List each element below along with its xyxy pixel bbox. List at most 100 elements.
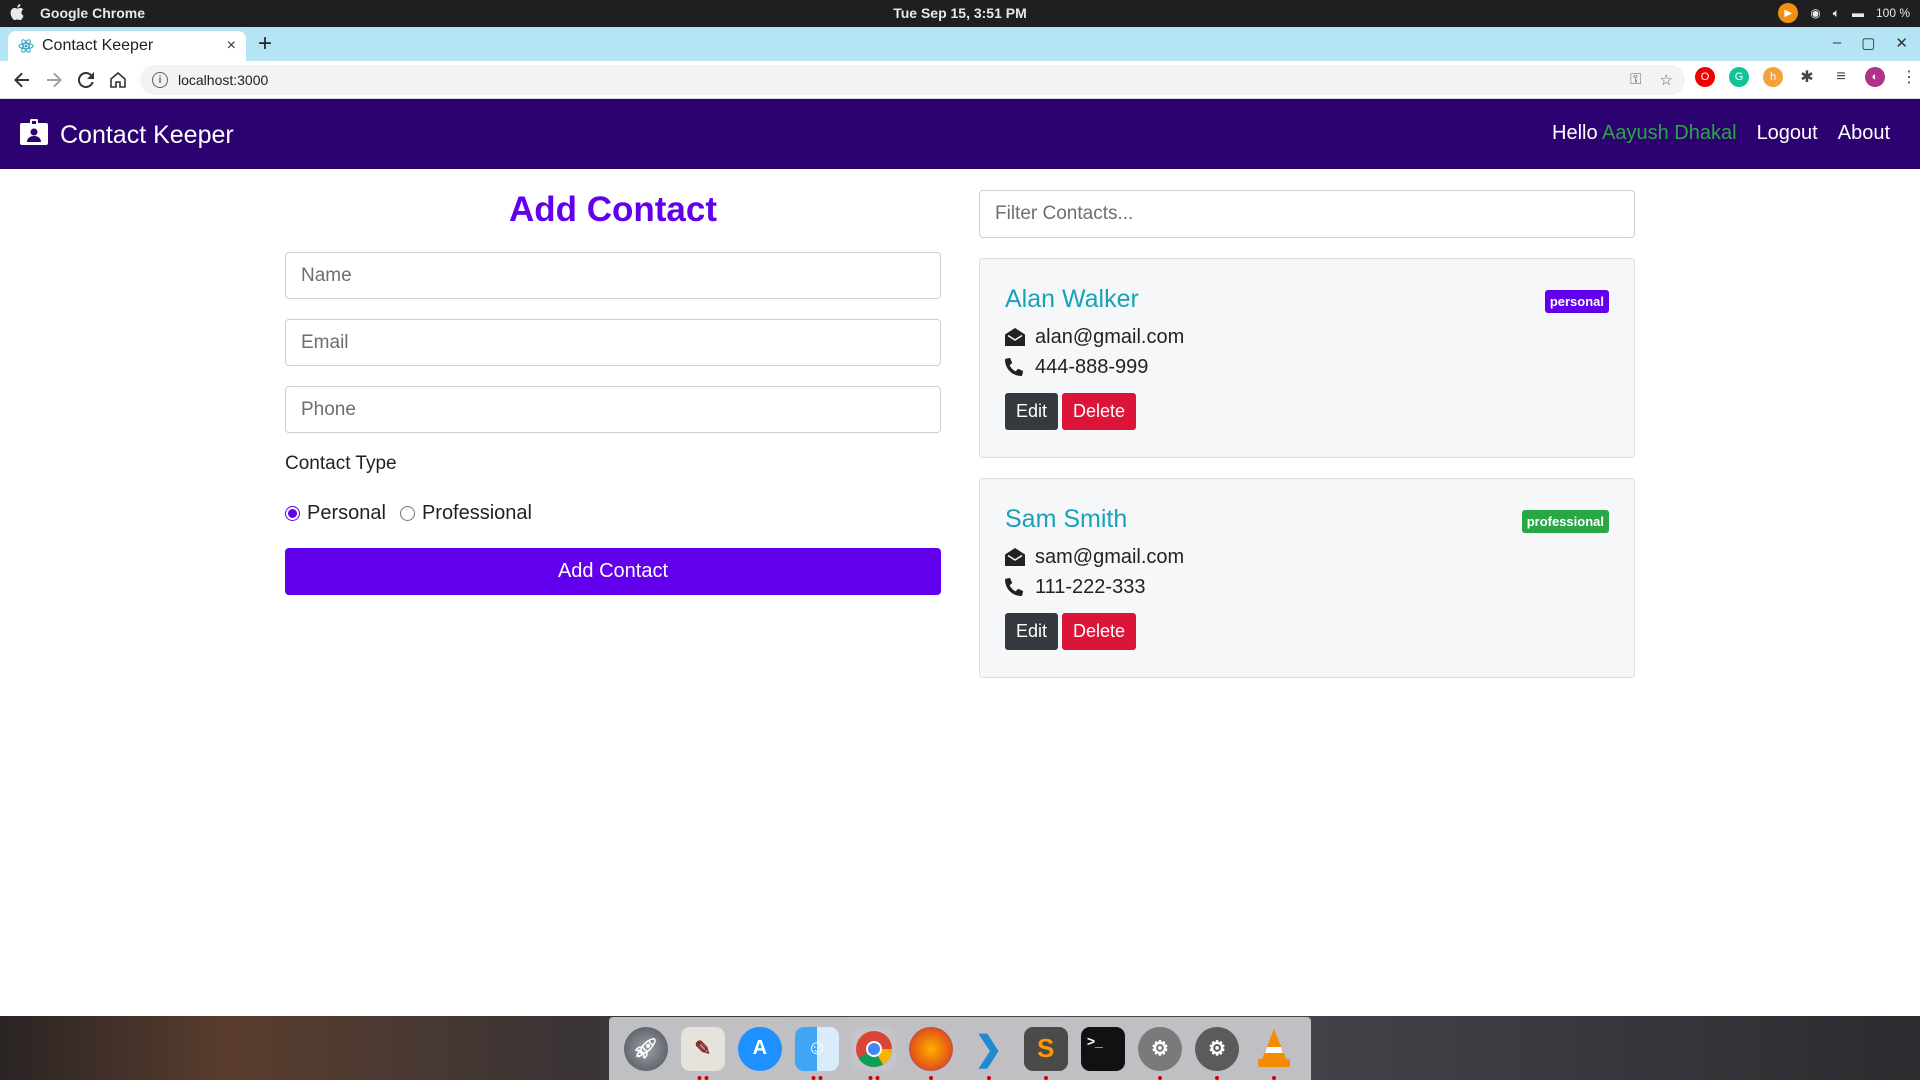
greeting: Hello Aayush Dhakal xyxy=(1552,122,1737,145)
home-icon[interactable] xyxy=(102,64,134,96)
close-window-icon[interactable]: ✕ xyxy=(1895,34,1908,52)
contact-email: alan@gmail.com xyxy=(1035,325,1185,348)
contact-phone-row: 444-888-999 xyxy=(1005,355,1609,378)
key-icon[interactable]: ⚿ xyxy=(1630,71,1641,89)
reload-icon[interactable] xyxy=(70,64,102,96)
minimize-icon[interactable]: ‒ xyxy=(1833,34,1841,52)
media-play-icon[interactable]: ▶ xyxy=(1778,3,1799,23)
radio-personal-option[interactable]: Personal xyxy=(285,502,386,525)
window-controls: ‒ ▢ ✕ xyxy=(1833,34,1908,52)
launchpad-icon[interactable]: 🚀︎ xyxy=(623,1026,668,1071)
phone-input[interactable] xyxy=(285,386,941,433)
phone-icon xyxy=(1005,578,1027,596)
honey-extension-icon[interactable]: h xyxy=(1763,67,1783,87)
filter-contacts-input[interactable] xyxy=(979,190,1635,238)
radio-personal-label: Personal xyxy=(307,501,386,524)
reading-list-icon[interactable]: ≡ xyxy=(1831,67,1851,87)
form-title: Add Contact xyxy=(508,190,718,229)
radio-professional-option[interactable]: Professional xyxy=(399,501,532,525)
brand[interactable]: Contact Keeper xyxy=(20,119,234,152)
contact-email: sam@gmail.com xyxy=(1035,545,1185,568)
delete-contact-button[interactable]: Delete xyxy=(1062,613,1137,650)
apple-icon[interactable] xyxy=(10,4,24,23)
app-store-icon[interactable]: A xyxy=(737,1026,782,1071)
grammarly-extension-icon[interactable]: G xyxy=(1729,67,1749,87)
contact-actions: Edit Delete xyxy=(1005,393,1609,430)
radio-professional-label: Professional xyxy=(421,501,532,524)
add-contact-form: Add Contact Contact Type Personal Profes… xyxy=(285,190,941,595)
battery-percent: 100 % xyxy=(1875,6,1910,20)
os-menu-bar: Google Chrome Tue Sep 15, 3:51 PM ▶ ◉ 🔈︎… xyxy=(0,0,1920,27)
opera-extension-icon[interactable]: O xyxy=(1695,67,1715,87)
contact-phone-row: 111-222-333 xyxy=(1005,575,1609,598)
extensions-bar: O G h ✱ ≡ ◐ ⋮ xyxy=(1695,67,1919,87)
battery-icon[interactable]: ▬ xyxy=(1852,6,1864,20)
bookmark-star-icon[interactable]: ☆ xyxy=(1660,71,1673,89)
app-navbar: Contact Keeper Hello Aayush Dhakal Logou… xyxy=(0,99,1920,169)
browser-tab-active[interactable]: Contact Keeper × xyxy=(8,31,246,61)
envelope-open-icon xyxy=(1005,328,1027,346)
edit-contact-button[interactable]: Edit xyxy=(1005,613,1059,650)
maximize-icon[interactable]: ▢ xyxy=(1861,34,1875,52)
tab-title: Contact Keeper xyxy=(42,37,154,54)
phone-icon xyxy=(1005,358,1027,376)
eye-icon[interactable]: ◉ xyxy=(1810,6,1820,20)
delete-contact-button[interactable]: Delete xyxy=(1062,393,1137,430)
disk-utility-icon[interactable]: ⚙ xyxy=(1137,1026,1182,1080)
id-badge-icon xyxy=(20,119,48,152)
script-editor-icon[interactable]: ✎ xyxy=(680,1026,725,1080)
address-url[interactable]: localhost:3000 xyxy=(178,72,1630,88)
about-link[interactable]: About xyxy=(1838,122,1890,145)
system-preferences-icon[interactable]: ⚙ xyxy=(1195,1026,1240,1080)
contact-phone: 111-222-333 xyxy=(1035,575,1146,598)
terminal-icon[interactable]: >_ xyxy=(1080,1026,1125,1071)
contact-card: Sam Smith professional sam@gmail.com 111… xyxy=(979,478,1635,678)
system-tray: ▶ ◉ 🔈︎ ▬ 100 % xyxy=(1778,3,1910,23)
add-contact-button[interactable]: Add Contact xyxy=(285,548,941,595)
contact-type-label: Contact Type xyxy=(285,453,397,474)
contact-email-row: alan@gmail.com xyxy=(1005,325,1609,348)
system-clock: Tue Sep 15, 3:51 PM xyxy=(893,5,1027,21)
envelope-open-icon xyxy=(1005,548,1027,566)
puzzle-extensions-icon[interactable]: ✱ xyxy=(1797,67,1817,87)
back-arrow-icon[interactable] xyxy=(6,64,38,96)
contact-name: Sam Smith xyxy=(1005,505,1128,533)
firefox-icon[interactable] xyxy=(909,1026,954,1080)
contact-email-row: sam@gmail.com xyxy=(1005,545,1609,568)
contact-card: Alan Walker personal alan@gmail.com 444-… xyxy=(979,258,1635,458)
greeting-hello: Hello xyxy=(1552,122,1598,144)
contact-actions: Edit Delete xyxy=(1005,613,1609,650)
active-app-name[interactable]: Google Chrome xyxy=(40,5,145,21)
logout-link[interactable]: Logout xyxy=(1757,122,1818,145)
contact-type-badge: personal xyxy=(1544,290,1609,313)
contact-phone: 444-888-999 xyxy=(1035,355,1149,378)
chrome-icon[interactable] xyxy=(852,1026,897,1080)
brand-title: Contact Keeper xyxy=(60,121,234,149)
name-input[interactable] xyxy=(285,252,941,299)
dock: 🚀︎ ✎ A ☺ ❯ S >_ ⚙ ⚙ xyxy=(609,1017,1311,1080)
browser-toolbar: i localhost:3000 ⚿ ☆ O G h ✱ ≡ ◐ ⋮ xyxy=(0,61,1920,99)
radio-personal[interactable] xyxy=(285,505,300,521)
forward-arrow-icon[interactable] xyxy=(38,64,70,96)
browser-tab-strip: Contact Keeper × + ‒ ▢ ✕ xyxy=(0,27,1920,61)
volume-icon[interactable]: 🔈︎ xyxy=(1833,6,1840,21)
contact-name: Alan Walker xyxy=(1005,285,1139,313)
contacts-panel: Alan Walker personal alan@gmail.com 444-… xyxy=(979,190,1635,678)
new-tab-button[interactable]: + xyxy=(258,30,272,58)
finder-icon[interactable]: ☺ xyxy=(795,1026,840,1080)
vscode-icon[interactable]: ❯ xyxy=(967,1027,1011,1080)
greeting-user-name: Aayush Dhakal xyxy=(1602,122,1737,144)
address-bar[interactable]: i localhost:3000 ⚿ ☆ xyxy=(140,65,1685,95)
chrome-menu-icon[interactable]: ⋮ xyxy=(1899,67,1919,87)
edit-contact-button[interactable]: Edit xyxy=(1005,393,1059,430)
site-info-icon[interactable]: i xyxy=(152,72,168,88)
sublime-text-icon[interactable]: S xyxy=(1023,1026,1068,1080)
email-input[interactable] xyxy=(285,319,941,366)
radio-professional[interactable] xyxy=(399,505,415,521)
navbar-links: Hello Aayush Dhakal Logout About xyxy=(1552,122,1890,145)
vlc-icon[interactable] xyxy=(1252,1027,1296,1080)
profile-avatar-icon[interactable]: ◐ xyxy=(1865,67,1885,87)
tab-close-icon[interactable]: × xyxy=(227,37,236,55)
contact-type-radio-group: Personal Professional xyxy=(285,500,941,526)
react-favicon-icon xyxy=(18,38,34,54)
